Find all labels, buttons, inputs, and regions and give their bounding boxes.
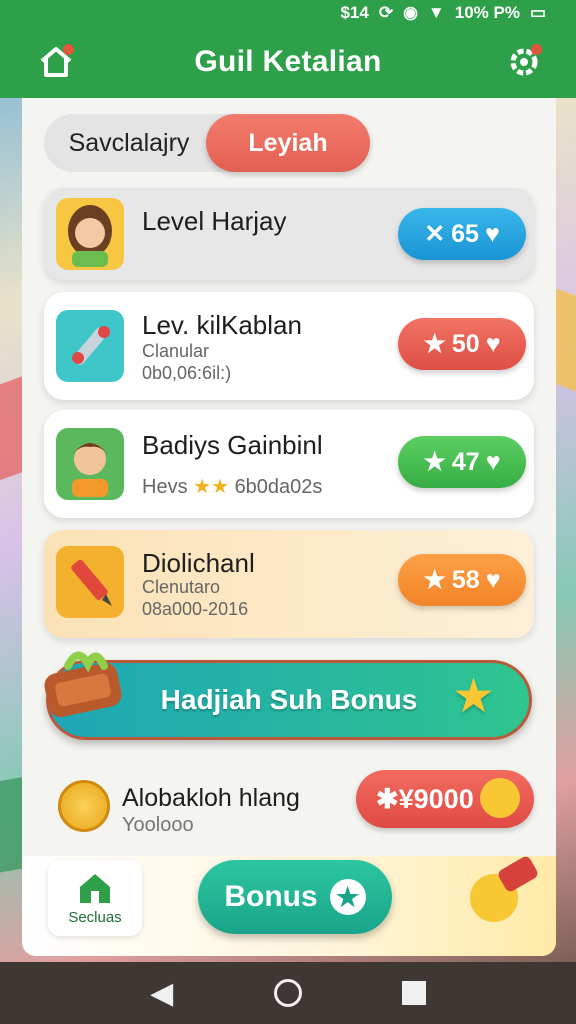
heart-icon: ♥ <box>485 447 501 476</box>
score-value: 58 <box>451 565 480 594</box>
card-subtitle-text: Hevs <box>142 476 188 498</box>
system-nav-bar: ◀ <box>0 962 576 1024</box>
battery-icon: ▭ <box>529 3 546 22</box>
home-tab-label: Secluas <box>68 908 122 926</box>
battery-text: 10% P% <box>454 3 520 22</box>
notification-dot <box>63 44 74 55</box>
score-value: 65 <box>451 219 479 248</box>
card-title: Badiys Gainbinl <box>142 430 323 460</box>
tab-active[interactable]: Leyiah <box>206 114 370 172</box>
card-subtitle: Clenutaro <box>142 577 221 597</box>
home-tab[interactable]: Secluas <box>48 860 142 936</box>
surprised-emoji-icon <box>480 778 520 818</box>
coin-icon <box>58 780 110 832</box>
card-date: 08a000-2016 <box>142 599 249 619</box>
score-button[interactable]: ★ 50 ♥ <box>398 318 526 370</box>
back-icon[interactable]: ◀ <box>150 976 173 1011</box>
star-icon: ★ <box>423 330 446 358</box>
recents-icon[interactable] <box>401 981 426 1005</box>
star-circle-icon: ★ <box>329 879 366 915</box>
list-item[interactable]: Lev. kilKablan Clanular 0b0,06:6il:) ★ 5… <box>44 292 534 400</box>
status-text: $14 <box>340 3 369 22</box>
reward-title: Alobakloh hlang <box>122 784 300 812</box>
girl-avatar-icon <box>56 198 124 270</box>
notification-dot <box>531 44 542 55</box>
settings-button[interactable] <box>502 40 546 84</box>
boy-avatar-icon <box>56 428 124 500</box>
list-item[interactable]: Diolichanl Clenutaro 08a000-2016 ★ 58 ♥ <box>44 530 534 638</box>
home-button[interactable] <box>34 40 78 84</box>
bonus-button[interactable]: Bonus ★ <box>198 860 392 934</box>
home-icon <box>80 873 110 903</box>
status-bar: $14 ⟳ ◉ ▼ 10% P% ▭ <box>0 0 576 26</box>
score-button[interactable]: ★ 47 ♥ <box>398 436 526 488</box>
alarm-icon: ◉ <box>403 3 418 22</box>
star-icon: ★ <box>423 448 446 476</box>
swords-icon: ✕ <box>424 220 446 248</box>
app-bar: Guil Ketalian <box>0 26 576 98</box>
star-icon: ★ <box>423 566 446 594</box>
card-subtitle: Clanular <box>142 341 210 361</box>
reward-subtitle: Yoolooo <box>122 814 194 836</box>
star-sparkle-icon: ★ <box>452 670 496 723</box>
card-subtitle: Hevs ★★ 6b0da02s <box>142 476 322 498</box>
score-button[interactable]: ✕ 65 ♥ <box>398 208 526 260</box>
reward-value: ✱¥9000 <box>376 783 474 814</box>
wifi-icon: ▼ <box>427 3 445 22</box>
card-title: Diolichanl <box>142 548 255 578</box>
sync-icon: ⟳ <box>378 3 394 22</box>
card-date: 0b0,06:6il:) <box>142 363 232 383</box>
heart-icon: ♥ <box>485 329 501 358</box>
card-date: 6b0da02s <box>234 476 323 498</box>
list-item[interactable]: Level Harjay ✕ 65 ♥ <box>44 188 534 280</box>
home-circle-icon[interactable] <box>273 979 302 1007</box>
bonus-banner-label: Hadjiah Suh Bonus <box>160 684 418 715</box>
card-title: Level Harjay <box>142 206 287 236</box>
tab-inactive[interactable]: Savclalajry <box>44 114 214 172</box>
tools-icon <box>56 310 124 382</box>
page-title: Guil Ketalian <box>194 45 382 78</box>
reward-row[interactable]: Alobakloh hlang Yoolooo ✱¥9000 <box>52 766 534 836</box>
stars-icon: ★★ <box>193 476 229 498</box>
score-button[interactable]: ★ 58 ♥ <box>398 554 526 606</box>
bonus-button-label: Bonus <box>224 880 318 913</box>
score-value: 50 <box>451 329 480 358</box>
reward-button[interactable]: ✱¥9000 <box>356 770 534 828</box>
main-panel: Savclalajry Leyiah Level Harjay ✕ 65 ♥ L… <box>22 98 556 956</box>
bottom-bar: Secluas Bonus ★ <box>22 854 556 956</box>
card-title: Lev. kilKablan <box>142 310 302 340</box>
gift-box-icon <box>38 646 128 726</box>
heart-icon: ♥ <box>485 565 501 594</box>
list-item[interactable]: Badiys Gainbinl Hevs ★★ 6b0da02s ★ 47 ♥ <box>44 410 534 518</box>
pencil-icon <box>56 546 124 618</box>
tab-bar: Savclalajry Leyiah <box>44 114 370 172</box>
heart-icon: ♥ <box>484 219 500 248</box>
score-value: 47 <box>451 447 480 476</box>
